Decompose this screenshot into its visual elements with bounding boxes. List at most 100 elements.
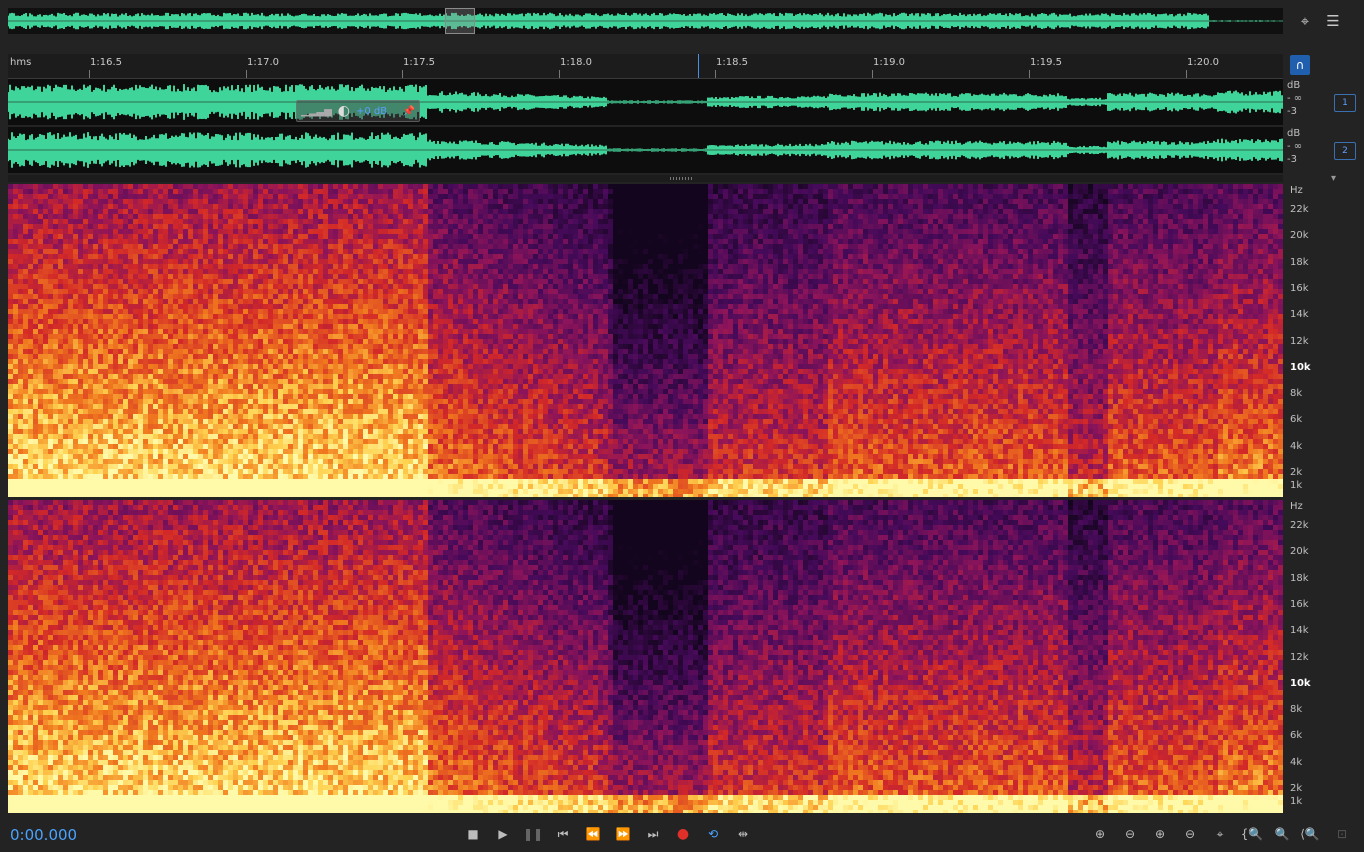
spectrogram-cell xyxy=(343,424,348,429)
spectrogram-cell xyxy=(233,319,238,324)
spectrogram-cell xyxy=(13,434,18,439)
spectrogram-cell xyxy=(273,194,278,199)
spectrogram-cell xyxy=(323,449,328,454)
db-scale-channel-1: dB - ∞ -3 xyxy=(1287,80,1327,117)
gain-hud[interactable]: ▁▂▃▅ ◐ +0 dB 📌 xyxy=(296,100,420,122)
spectrogram-cell xyxy=(8,444,13,449)
spectrogram-cell xyxy=(48,354,53,359)
spectrogram-cell xyxy=(153,434,158,439)
spectrogram-cell xyxy=(123,459,128,464)
spectrogram-cell xyxy=(278,419,283,424)
spectrogram-cell xyxy=(378,374,383,379)
spectrogram-cell xyxy=(318,194,323,199)
spectrogram-cell xyxy=(118,444,123,449)
spectrogram-cell xyxy=(98,324,103,329)
spectrogram-cell xyxy=(153,289,158,294)
spectrogram-cell xyxy=(153,239,158,244)
spectrogram-cell xyxy=(303,189,308,194)
spectrogram-cell xyxy=(358,459,363,464)
spectrogram-cell xyxy=(258,299,263,304)
spectrogram-cell xyxy=(363,329,368,334)
spectrogram-cell xyxy=(33,259,38,264)
spectrogram-cell xyxy=(78,204,83,209)
spectrogram-cell xyxy=(308,264,313,269)
spectrogram-cell xyxy=(68,309,73,314)
spectrogram-cell xyxy=(113,294,118,299)
spectrogram-cell xyxy=(53,254,58,259)
spectrogram-cell xyxy=(138,459,143,464)
spectrogram-cell xyxy=(118,404,123,409)
waveform-channel-1[interactable] xyxy=(8,79,1283,125)
spectrogram-cell xyxy=(33,249,38,254)
spectrogram-cell xyxy=(323,429,328,434)
spectrogram-cell xyxy=(58,344,63,349)
channel-1-badge[interactable]: 1 xyxy=(1334,94,1356,112)
spectrogram-cell xyxy=(13,194,18,199)
overview-viewport-handle[interactable] xyxy=(445,8,475,34)
spectrogram-cell xyxy=(238,484,243,489)
spectrogram-cell xyxy=(383,349,388,354)
spectrogram-cell xyxy=(18,434,23,439)
spectrogram-cell xyxy=(223,404,228,409)
spectrogram-cell xyxy=(133,194,138,199)
spectrogram-cell xyxy=(263,429,268,434)
spectrogram-cell xyxy=(63,219,68,224)
time-ruler[interactable] xyxy=(8,54,1283,79)
spectrogram-cell xyxy=(63,214,68,219)
spectrogram-cell xyxy=(373,269,378,274)
spectrogram-cell xyxy=(253,424,258,429)
spectrogram-cell xyxy=(53,309,58,314)
spectrogram-cell xyxy=(218,479,223,484)
spectrogram-cell xyxy=(198,264,203,269)
panel-splitter[interactable] xyxy=(8,175,1283,182)
spectrogram-cell xyxy=(188,244,193,249)
spectrogram-cell xyxy=(383,414,388,419)
list-icon[interactable]: ☰ xyxy=(1322,10,1344,32)
spectrogram-cell xyxy=(313,434,318,439)
spectrogram-cell xyxy=(238,234,243,239)
spectrogram-cell xyxy=(123,359,128,364)
spectrogram-cell xyxy=(388,479,393,484)
zoom-icon[interactable]: ⌖ xyxy=(1294,10,1316,32)
spectrogram-cell xyxy=(193,194,198,199)
spectrogram-cell xyxy=(368,314,373,319)
spectrogram-cell xyxy=(198,299,203,304)
spectrogram-cell xyxy=(363,229,368,234)
spectrogram-cell xyxy=(293,439,298,444)
spectrogram-cell xyxy=(13,424,18,429)
headphones-icon[interactable]: ∩ xyxy=(1290,55,1310,75)
chevron-down-icon[interactable]: ▾ xyxy=(1331,173,1336,184)
spectrogram-cell xyxy=(313,324,318,329)
waveform-channel-2[interactable] xyxy=(8,127,1283,173)
spectrogram-cell xyxy=(328,359,333,364)
spectrogram-cell xyxy=(278,339,283,344)
spectrogram-channel-1[interactable] xyxy=(8,184,1283,497)
spectrogram-cell xyxy=(353,264,358,269)
overview-waveform[interactable] xyxy=(8,8,1283,34)
spectrogram-cell xyxy=(123,454,128,459)
spectrogram-cell xyxy=(58,444,63,449)
spectrogram-cell xyxy=(343,449,348,454)
spectrogram-cell xyxy=(358,349,363,354)
spectrogram-cell xyxy=(303,314,308,319)
spectrogram-cell xyxy=(388,339,393,344)
spectrogram-cell xyxy=(213,234,218,239)
spectrogram-cell xyxy=(208,454,213,459)
spectrogram-cell xyxy=(68,219,73,224)
spectrogram-cell xyxy=(283,404,288,409)
spectrogram-cell xyxy=(118,384,123,389)
splitter-grip-icon[interactable] xyxy=(670,177,694,180)
channel-2-badge[interactable]: 2 xyxy=(1334,142,1356,160)
pin-icon[interactable]: 📌 xyxy=(403,106,415,117)
gain-knob-icon[interactable]: ◐ xyxy=(338,103,350,119)
spectrogram-cell xyxy=(243,204,248,209)
playhead[interactable] xyxy=(698,54,699,78)
spectrogram-cell xyxy=(138,434,143,439)
spectrogram-cell xyxy=(213,259,218,264)
spectrogram-cell xyxy=(73,424,78,429)
spectrogram-cell xyxy=(313,354,318,359)
spectrogram-cell xyxy=(173,309,178,314)
spectrogram-cell xyxy=(168,379,173,384)
spectrogram-cell xyxy=(353,244,358,249)
spectrogram-cell xyxy=(373,224,378,229)
